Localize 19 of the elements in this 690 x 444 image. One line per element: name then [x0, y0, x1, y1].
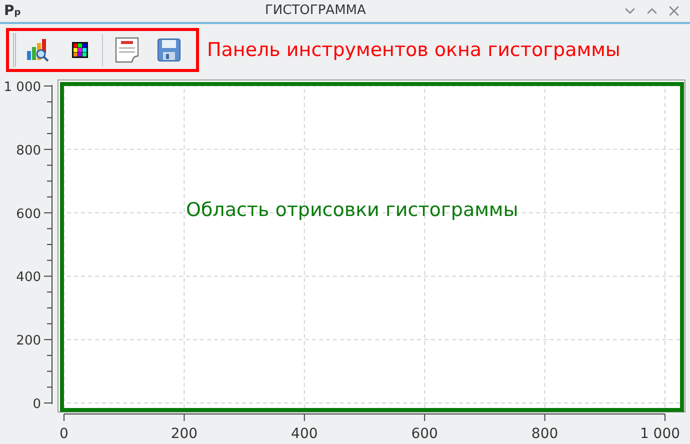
x-tick-label: 200 — [170, 426, 198, 442]
app-logo: Pp — [4, 2, 21, 20]
x-tick-label: 1 000 — [640, 426, 680, 442]
y-tick-label: 600 — [16, 206, 41, 222]
document-icon — [115, 37, 139, 63]
x-tick-label: 400 — [291, 426, 318, 442]
y-tick-label: 400 — [16, 270, 41, 286]
y-tick-label: 0 — [32, 397, 41, 412]
bar-chart-search-icon — [26, 38, 50, 62]
window-title: ГИСТОГРАММА — [265, 2, 366, 20]
color-grid-icon — [72, 42, 88, 58]
x-tick-label: 0 — [60, 426, 68, 442]
y-tick-label: 200 — [16, 334, 41, 349]
toolbar-caption: Панель инструментов окна гистограммы — [207, 38, 620, 63]
plot-area-caption: Область отрисовки гистограммы — [186, 198, 518, 223]
y-tick-label: 1 000 — [4, 80, 41, 95]
y-tick-label: 800 — [16, 143, 41, 158]
x-tick-label: 600 — [411, 426, 438, 442]
x-tick-label: 800 — [531, 426, 558, 442]
